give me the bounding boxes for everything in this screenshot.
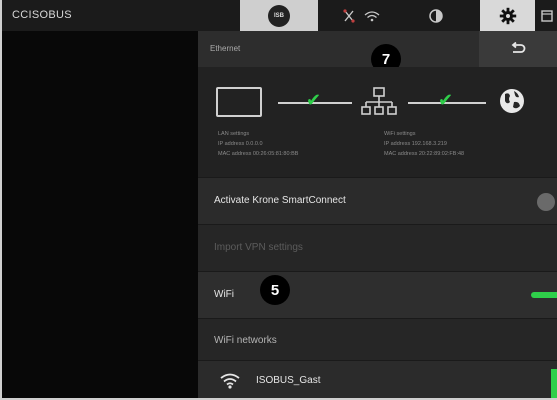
import-vpn-row: Import VPN settings xyxy=(198,224,557,271)
wifi-networks-header: WiFi networks xyxy=(198,318,557,360)
import-vpn-label: Import VPN settings xyxy=(214,242,303,253)
globe-icon xyxy=(500,89,524,113)
wifi-network-item[interactable]: ISOBUS_Gast xyxy=(198,360,557,398)
wifi-ip-address: IP address 192.168.3.219 xyxy=(384,141,447,147)
left-empty-area xyxy=(2,31,198,398)
network-switch-icon xyxy=(361,87,397,115)
wifi-label: WiFi xyxy=(214,289,234,300)
activate-smartconnect-row[interactable]: Activate Krone SmartConnect xyxy=(198,177,557,224)
wifi-row[interactable]: WiFi xyxy=(198,271,557,318)
lan-mac-address: MAC address 00:26:05:81:80:BB xyxy=(218,151,299,157)
back-arrow-icon xyxy=(511,42,526,53)
lan-settings-title: LAN settings xyxy=(218,131,250,137)
tab-isobus[interactable]: ISB xyxy=(240,0,318,31)
ethernet-settings-panel: Ethernet 7 ✔ ✔ LAN settings IP address 0… xyxy=(198,31,557,398)
back-button[interactable] xyxy=(479,31,557,67)
network-signal-icon xyxy=(343,8,380,23)
gear-icon xyxy=(499,7,516,24)
terminal-device-icon xyxy=(216,87,262,117)
smartconnect-toggle[interactable] xyxy=(537,193,555,211)
tab-info[interactable] xyxy=(408,0,463,31)
panel-title: Ethernet xyxy=(210,44,241,53)
check-icon: ✔ xyxy=(306,90,322,110)
wifi-network-name: ISOBUS_Gast xyxy=(256,375,321,386)
wifi-networks-label: WiFi networks xyxy=(214,335,277,346)
tab-settings[interactable] xyxy=(480,0,535,31)
callout-marker-5: 5 xyxy=(260,275,290,305)
isobus-icon: ISB xyxy=(268,4,290,27)
lan-ip-address: IP address 0.0.0.0 xyxy=(218,141,263,147)
info-icon xyxy=(428,8,443,23)
tab-network[interactable] xyxy=(318,0,408,31)
check-icon: ✔ xyxy=(438,90,454,110)
connection-diagram: ✔ ✔ LAN settings IP address 0.0.0.0 MAC … xyxy=(198,67,557,177)
brand-label: CCISOBUS xyxy=(12,9,72,21)
wifi-toggle[interactable] xyxy=(531,292,557,298)
window-icon xyxy=(541,9,553,22)
top-bar: CCISOBUS ISB xyxy=(2,0,557,31)
activate-smartconnect-label: Activate Krone SmartConnect xyxy=(214,195,346,206)
wifi-icon xyxy=(220,373,240,389)
wifi-settings-title: WiFi settings xyxy=(384,131,416,137)
wifi-settings-info: WiFi settings IP address 192.168.3.219 M… xyxy=(384,129,464,159)
isobus-icon-label: ISB xyxy=(273,12,284,19)
connected-indicator xyxy=(551,369,557,398)
tab-extra[interactable] xyxy=(535,0,557,31)
lan-settings-info: LAN settings IP address 0.0.0.0 MAC addr… xyxy=(218,129,298,159)
wifi-mac-address: MAC address 20:22:89:02:FB:48 xyxy=(384,151,465,157)
